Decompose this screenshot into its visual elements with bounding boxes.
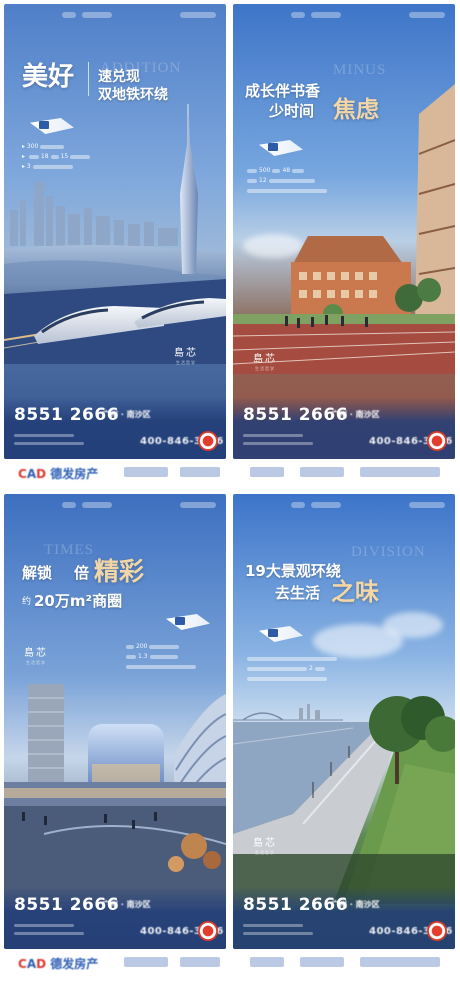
project-badge <box>259 626 303 642</box>
divider <box>88 62 89 96</box>
brand-logo: 島芯 <box>253 838 277 849</box>
top-logo-bar <box>4 502 226 516</box>
headline-line2: 去生活 <box>275 584 321 602</box>
seal-icon <box>427 431 447 451</box>
headline-line1: 速兑现 <box>98 69 140 85</box>
footer: 8551 2666 400-846-3636 <box>233 887 455 949</box>
address-line <box>14 924 74 927</box>
brand-logo: 島芯 <box>253 354 277 365</box>
city-scene <box>4 104 226 364</box>
ghost-word: MINUS <box>333 62 387 78</box>
mall-scene <box>4 684 226 904</box>
headline-part2: 倍 <box>74 564 90 582</box>
school-scene <box>233 84 455 374</box>
ghost-word: DIVISION <box>351 544 426 560</box>
phone-tag: 广州 · 南沙区 <box>102 410 151 419</box>
brand-strip-bottom: CAD 德发房产 <box>0 949 460 975</box>
headline-prefix: 约 <box>22 597 32 607</box>
phone-tag: 广州 · 南沙区 <box>102 900 151 909</box>
brand-logo: 島芯 <box>24 648 48 659</box>
brand-sub: 生活哲学 <box>176 360 196 365</box>
footer: 8551 2666 400-846-3636 <box>4 887 226 949</box>
headline-line2: 双地铁环绕 <box>98 87 168 103</box>
poster-landscape: DIVISION 19大景观环绕 去生活 之味 2 島芯 生活哲学 8551 2… <box>233 494 455 949</box>
top-logo-bar <box>4 12 226 26</box>
info-block: 2 <box>245 654 339 684</box>
seal-icon <box>198 431 218 451</box>
footer: 8551 2666 400-846-3636 <box>233 397 455 459</box>
headline-line1: 19大景观环绕 <box>245 562 341 580</box>
headline-gold: 之味 <box>331 578 379 606</box>
brand-sub: 生活哲学 <box>255 366 275 371</box>
headline-big: 美好 <box>22 62 75 92</box>
address-line <box>243 442 313 445</box>
address-line <box>243 434 303 437</box>
seal-icon <box>427 921 447 941</box>
phone-tag: 广州 · 南沙区 <box>331 410 380 419</box>
poster-mall: TIMES 解锁 倍 精彩 约 20万m²商圈 200 1.3 島芯 生活哲学 … <box>4 494 226 949</box>
address-line <box>14 932 84 935</box>
brand-logo-text: CAD 德发房产 <box>18 957 99 971</box>
brand-logo-text: CAD 德发房产 <box>18 467 99 481</box>
headline-part1: 解锁 <box>22 564 53 582</box>
brand-strip-top: CAD 德发房产 <box>0 459 460 485</box>
address-line <box>243 924 303 927</box>
info-block: 200 1.3 <box>124 642 198 672</box>
seal-icon <box>198 921 218 941</box>
poster-subway: ADDITION 美好 速兑现 双地铁环绕 ▸ 300 ▸ 1815 ▸ 3 <box>4 4 226 459</box>
riverside-scene <box>233 696 455 904</box>
brand-logo: 島芯 <box>174 348 198 359</box>
headline-gold: 精彩 <box>94 557 145 586</box>
top-logo-bar <box>233 12 455 26</box>
address-line <box>14 434 74 437</box>
poster-school: MINUS 成长伴书香 少时间 焦虑 500 48 12 島芯 生活哲学 855… <box>233 4 455 459</box>
project-badge <box>166 614 210 630</box>
address-line <box>14 442 84 445</box>
phone-tag: 广州 · 南沙区 <box>331 900 380 909</box>
top-logo-bar <box>233 502 455 516</box>
brand-sub: 生活哲学 <box>26 660 46 665</box>
headline-line2: 20万m²商圈 <box>34 592 123 610</box>
brand-sub: 生活哲学 <box>255 850 275 855</box>
footer: 8551 2666 400-846-3636 <box>4 397 226 459</box>
address-line <box>243 932 313 935</box>
ghost-word: TIMES <box>44 542 94 558</box>
